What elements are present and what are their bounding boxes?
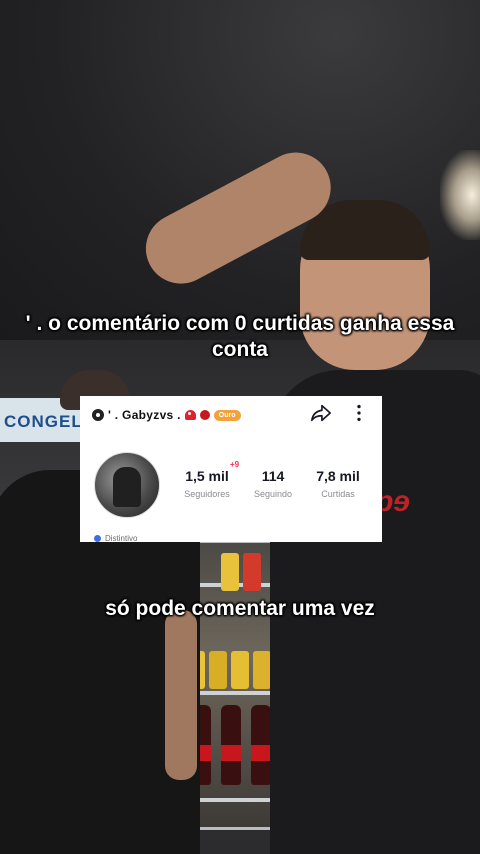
- following-stat[interactable]: 114 Seguindo: [248, 468, 298, 499]
- more-icon[interactable]: [352, 402, 366, 424]
- mushroom-icon: [184, 410, 196, 420]
- shirt-logo: ɒɘ: [375, 485, 411, 518]
- profile-header: ' . Gabyzvs . Ouro: [92, 404, 241, 426]
- caption-top: ' . o comentário com 0 curtidas ganha es…: [25, 312, 455, 361]
- likes-stat[interactable]: 7,8 mil Curtidas: [310, 468, 366, 499]
- likes-value: 7,8 mil: [316, 468, 360, 484]
- level-badge: Ouro: [213, 409, 241, 421]
- distintivo-label: Distintivo: [105, 534, 138, 542]
- ladybug-icon: [199, 410, 210, 420]
- followers-value: 1,5 mil: [185, 468, 229, 484]
- badge-icon: [94, 535, 101, 542]
- avatar[interactable]: [94, 452, 160, 518]
- following-label: Seguindo: [253, 489, 293, 499]
- username: ' . Gabyzvs .: [108, 408, 181, 422]
- likes-label: Curtidas: [321, 489, 355, 499]
- following-value: 114: [261, 468, 285, 484]
- distintivo-row[interactable]: Distintivo: [94, 534, 137, 542]
- caption-bottom: só pode comentar uma vez: [105, 597, 375, 620]
- followers-label: Seguidores: [184, 489, 230, 499]
- followers-stat[interactable]: 1,5 mil Seguidores: [180, 468, 234, 499]
- profile-card: ' . Gabyzvs . Ouro +9 1,5 mil Seguidores…: [80, 396, 382, 542]
- avatar-figure: [113, 467, 141, 507]
- gear-icon: [92, 409, 104, 421]
- share-icon[interactable]: [310, 402, 332, 424]
